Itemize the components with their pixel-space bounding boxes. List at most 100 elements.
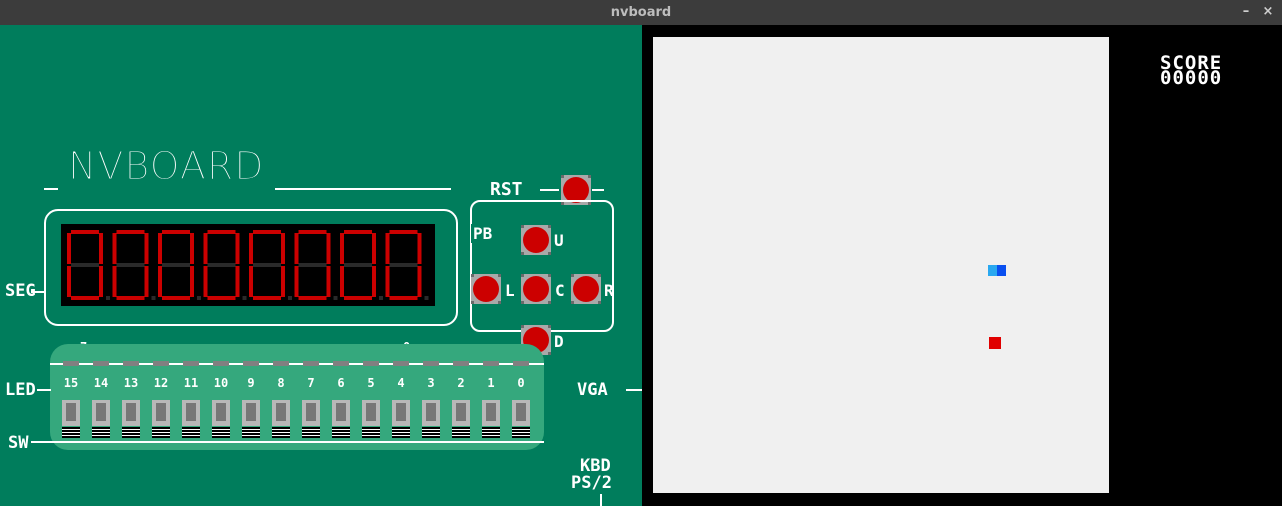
segment-c (281, 266, 285, 297)
button-left-cap[interactable] (473, 276, 499, 302)
button-left-label: L (505, 281, 515, 300)
button-right[interactable] (571, 274, 601, 304)
led-8 (273, 361, 289, 366)
bit-number-12: 12 (153, 376, 169, 390)
segment-d (207, 296, 236, 300)
segment-e (158, 266, 162, 297)
rst-wire (540, 189, 559, 191)
segment-g (298, 263, 327, 267)
led-14 (93, 361, 109, 366)
button-center-label: C (555, 281, 565, 300)
segment-c (235, 266, 240, 297)
segment-c (372, 266, 376, 297)
bit-number-2: 2 (457, 376, 465, 390)
segment-g (253, 263, 281, 267)
led-3 (423, 361, 439, 366)
vga-wire (626, 389, 642, 391)
seg-wire (31, 291, 45, 293)
switch-3[interactable] (422, 400, 440, 438)
switch-14[interactable] (92, 400, 110, 438)
minimize-icon[interactable]: – (1237, 3, 1255, 21)
button-right-cap[interactable] (573, 276, 599, 302)
button-down-label: D (554, 332, 564, 351)
logo-wire-right (275, 188, 451, 190)
sw-wire (31, 441, 544, 443)
window-titlebar[interactable]: nvboard – × (0, 0, 1282, 25)
segment-d (116, 296, 145, 300)
seg-digit-1 (340, 230, 383, 300)
segment-c (190, 266, 194, 297)
switch-1[interactable] (482, 400, 500, 438)
switch-10[interactable] (212, 400, 230, 438)
button-left[interactable] (471, 274, 501, 304)
bit-number-13: 13 (123, 376, 139, 390)
seg-digit-0 (385, 230, 429, 300)
switch-7[interactable] (302, 400, 320, 438)
rst-wire-right (592, 189, 604, 191)
switch-11[interactable] (182, 400, 200, 438)
segment-d (298, 296, 327, 300)
ps2-label: PS/2 (571, 473, 612, 493)
bit-number-6: 6 (337, 376, 345, 390)
led-7 (303, 361, 319, 366)
segment-b (190, 233, 194, 264)
segment-b (281, 233, 285, 264)
led-label: LED (5, 380, 36, 400)
close-icon[interactable]: × (1259, 3, 1277, 21)
seven-segment-display (61, 224, 435, 306)
led-13 (123, 361, 139, 366)
segment-dp (288, 296, 292, 300)
switch-15[interactable] (62, 400, 80, 438)
switch-4[interactable] (392, 400, 410, 438)
switch-13[interactable] (122, 400, 140, 438)
segment-f (385, 233, 390, 264)
led-1 (483, 361, 499, 366)
bit-number-10: 10 (213, 376, 229, 390)
food-block (989, 337, 1001, 349)
vga-label: VGA (577, 380, 608, 400)
switch-2[interactable] (452, 400, 470, 438)
sw-label: SW (8, 433, 29, 453)
segment-g (116, 263, 145, 267)
bit-number-0: 0 (517, 376, 525, 390)
segment-dp (151, 296, 156, 300)
segment-b (99, 233, 103, 264)
segment-b (326, 233, 331, 264)
button-up[interactable] (521, 225, 551, 255)
segment-f (203, 233, 208, 264)
kbd-label: KBD (580, 456, 611, 476)
segment-d (162, 296, 190, 300)
seg-digit-6 (112, 230, 156, 300)
led-11 (183, 361, 199, 366)
segment-a (344, 230, 372, 234)
segment-e (385, 266, 390, 297)
snake-head (997, 265, 1006, 276)
bit-number-3: 3 (427, 376, 435, 390)
segment-f (67, 233, 71, 264)
button-center-cap[interactable] (523, 276, 549, 302)
bit-number-7: 7 (307, 376, 315, 390)
segment-b (144, 233, 149, 264)
score-display: SCORE 00000 (1160, 54, 1223, 89)
segment-dp (424, 296, 429, 300)
button-center[interactable] (521, 274, 551, 304)
pushbutton-frame (470, 200, 614, 332)
segment-g (344, 263, 372, 267)
led-10 (213, 361, 229, 366)
seg-digit-3 (249, 230, 292, 300)
score-value: 00000 (1160, 67, 1223, 89)
switch-12[interactable] (152, 400, 170, 438)
button-up-cap[interactable] (523, 227, 549, 253)
snake-tail (988, 265, 997, 276)
segment-f (249, 233, 253, 264)
segment-a (298, 230, 327, 234)
switch-8[interactable] (272, 400, 290, 438)
switch-6[interactable] (332, 400, 350, 438)
segment-a (389, 230, 418, 234)
switch-5[interactable] (362, 400, 380, 438)
switch-9[interactable] (242, 400, 260, 438)
bit-number-4: 4 (397, 376, 405, 390)
kbd-wire (600, 494, 602, 506)
switch-0[interactable] (512, 400, 530, 438)
segment-d (344, 296, 372, 300)
